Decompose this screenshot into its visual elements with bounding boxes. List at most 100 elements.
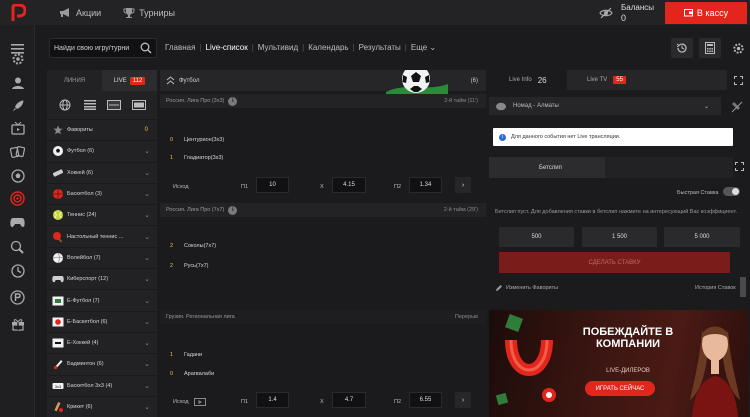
sidebar-item-sport[interactable]: Киберспорт (12) ⌄ bbox=[47, 268, 157, 289]
nav-results[interactable]: Результаты bbox=[359, 43, 401, 52]
odd-button-p2[interactable]: 1.34 bbox=[409, 177, 442, 193]
odd-button-x[interactable]: 4.15 bbox=[332, 177, 366, 193]
stake-option[interactable]: 1 500 bbox=[582, 227, 657, 247]
match-select[interactable]: Номад - Алматы ⌄ bbox=[489, 97, 721, 115]
team-row[interactable]: 0 Центурион(3х3) bbox=[170, 137, 224, 143]
info-icon[interactable]: i bbox=[228, 205, 238, 215]
sidebar-item-sport[interactable]: Е-Хоккей (4) ⌄ bbox=[47, 331, 157, 353]
chevron-down-icon[interactable]: ⌄ bbox=[143, 360, 151, 368]
tab-live-info[interactable]: Live Info 26 bbox=[489, 70, 567, 90]
odd-button-p1[interactable]: 10 bbox=[256, 177, 289, 193]
rail-item-clock[interactable] bbox=[10, 263, 25, 278]
change-favorites-link[interactable]: Изменить Фавориты bbox=[495, 284, 558, 292]
chevron-down-icon[interactable]: ⌄ bbox=[143, 190, 151, 198]
team-row[interactable]: 0 Арагвалаби bbox=[170, 371, 214, 377]
odd-button-p1[interactable]: 1.4 bbox=[256, 392, 289, 408]
league-header[interactable]: Россия. Лига Про (3х3) i 2-й тайм (11') bbox=[160, 94, 486, 108]
team-row[interactable]: 2 Соколы(7х7) bbox=[170, 243, 216, 249]
play-now-button[interactable]: ИГРАТЬ СЕЙЧАС bbox=[585, 381, 655, 396]
chevron-down-icon[interactable]: ⌄ bbox=[143, 233, 151, 241]
info-icon[interactable]: i bbox=[228, 96, 238, 106]
tab-betslip[interactable]: Бетслип bbox=[489, 157, 605, 178]
rail-item-p-coin[interactable] bbox=[10, 290, 25, 305]
chevron-down-icon[interactable]: ⌄ bbox=[143, 169, 151, 177]
search-icon[interactable] bbox=[140, 42, 152, 54]
nav-more[interactable]: Еще ⌄ bbox=[411, 43, 436, 52]
nav-calendar[interactable]: Календарь bbox=[308, 43, 348, 52]
sidebar-item-sport[interactable]: Е-Баскетбол (6) ⌄ bbox=[47, 310, 157, 332]
sidebar-item-sport[interactable]: Бадминтон (6) ⌄ bbox=[47, 353, 157, 374]
rail-item-gamepad[interactable] bbox=[10, 215, 25, 230]
chevron-down-icon[interactable]: ⌄ bbox=[143, 382, 151, 390]
place-bet-button[interactable]: СДЕЛАТЬ СТАВКУ bbox=[499, 252, 730, 273]
chevron-down-icon[interactable]: ⌄ bbox=[143, 403, 151, 411]
sidebar-item-sport[interactable]: Футбол (6) ⌄ bbox=[47, 140, 157, 161]
rail-item-sports-cyber[interactable] bbox=[10, 239, 25, 254]
league-header[interactable]: Грузия. Региональная лига Перерыв bbox=[160, 310, 486, 324]
expand-icon[interactable] bbox=[735, 162, 744, 171]
league-header[interactable]: Россия. Лига Про (7х7) i 2-й тайм (29') bbox=[160, 203, 486, 217]
odd-button-x[interactable]: 4.7 bbox=[332, 392, 366, 408]
promo-link[interactable]: Акции bbox=[59, 7, 101, 18]
nav-home[interactable]: Главная bbox=[165, 43, 195, 52]
rail-item-gift[interactable] bbox=[10, 316, 25, 331]
team-row[interactable]: 2 Русь(7х7) bbox=[170, 263, 209, 269]
search-box[interactable] bbox=[49, 38, 157, 58]
rail-item-rocket[interactable] bbox=[10, 98, 25, 113]
expand-button[interactable] bbox=[727, 70, 750, 90]
history-button[interactable] bbox=[671, 38, 693, 58]
tab-live-tv[interactable]: Live TV 55 bbox=[567, 70, 727, 90]
view-globe[interactable] bbox=[57, 99, 73, 111]
bet-history-link[interactable]: История Ставок bbox=[695, 285, 736, 291]
balance[interactable]: Балансы 0 bbox=[621, 3, 659, 23]
chevron-down-icon[interactable]: ⌄ bbox=[143, 297, 151, 305]
nav-live-list[interactable]: Live-список bbox=[206, 43, 248, 52]
sidebar-item-sport[interactable]: Е-Футбол (7) ⌄ bbox=[47, 289, 157, 310]
sidebar-item-sport[interactable]: Баскетбол (3) ⌄ bbox=[47, 182, 157, 204]
chevron-down-icon[interactable]: ⌄ bbox=[143, 254, 151, 262]
cashier-button[interactable]: В кассу bbox=[665, 1, 747, 24]
team-row[interactable]: 1 Гладиатор(3х3) bbox=[170, 155, 223, 161]
rail-item-tv[interactable] bbox=[10, 121, 25, 136]
pin-off-icon[interactable] bbox=[731, 101, 743, 113]
search-input[interactable] bbox=[54, 44, 138, 52]
sidebar-item-sport[interactable]: Теннис (24) ⌄ bbox=[47, 204, 157, 225]
rail-item-cards[interactable] bbox=[10, 144, 25, 159]
team-row[interactable]: 1 Гадани bbox=[170, 352, 202, 358]
settings-button[interactable] bbox=[727, 38, 749, 58]
view-compact[interactable] bbox=[106, 99, 122, 111]
chevron-down-icon[interactable]: ⌄ bbox=[143, 275, 151, 283]
eye-off-icon[interactable] bbox=[599, 6, 613, 20]
odd-button-p2[interactable]: 6.55 bbox=[409, 392, 442, 408]
sidebar-item-sport[interactable]: Волейбол (7) ⌄ bbox=[47, 246, 157, 268]
promo-banner[interactable]: ПОБЕЖДАЙТЕ В КОМПАНИИ LIVE-ДИЛЕРОВ ИГРАТ… bbox=[489, 310, 748, 417]
rail-item-football[interactable] bbox=[10, 168, 25, 183]
sidebar-item-favorites[interactable]: Фавориты 0 bbox=[47, 119, 157, 140]
sidebar-item-sport[interactable]: 3x3 Баскетбол 3х3 (4) ⌄ bbox=[47, 374, 157, 396]
chevron-down-icon[interactable]: ⌄ bbox=[143, 339, 151, 347]
tab-live[interactable]: LIVE 112 bbox=[102, 70, 157, 91]
rail-item-settings[interactable] bbox=[10, 51, 25, 66]
tab-betslip-secondary[interactable] bbox=[605, 157, 733, 178]
logo[interactable] bbox=[0, 0, 35, 25]
stake-option[interactable]: 5 000 bbox=[664, 227, 740, 247]
view-wide[interactable] bbox=[131, 99, 147, 111]
sidebar-item-sport[interactable]: Крикет (6) ⌄ bbox=[47, 395, 157, 417]
stake-option[interactable]: 500 bbox=[499, 227, 574, 247]
calculator-button[interactable] bbox=[699, 38, 721, 58]
chevron-right-icon[interactable]: › bbox=[455, 392, 471, 408]
collapse-arrows-icon[interactable] bbox=[166, 76, 175, 85]
tab-line[interactable]: ЛИНИЯ bbox=[47, 70, 102, 91]
view-list[interactable] bbox=[82, 99, 98, 111]
sidebar-item-sport[interactable]: Хоккей (6) ⌄ bbox=[47, 161, 157, 183]
sidebar-item-sport[interactable]: Настольный теннис ... ⌄ bbox=[47, 225, 157, 246]
scrollbar[interactable] bbox=[740, 277, 746, 297]
chevron-right-icon[interactable]: › bbox=[455, 177, 471, 193]
chevron-down-icon[interactable]: ⌄ bbox=[143, 147, 151, 155]
quick-stake-toggle[interactable] bbox=[723, 187, 740, 196]
tournaments-link[interactable]: Турниры bbox=[123, 7, 175, 19]
chevron-down-icon[interactable]: ⌄ bbox=[143, 211, 151, 219]
nav-multiview[interactable]: Мультивид bbox=[258, 43, 298, 52]
chevron-down-icon[interactable]: ⌄ bbox=[143, 318, 151, 326]
rail-item-user[interactable] bbox=[10, 75, 25, 90]
